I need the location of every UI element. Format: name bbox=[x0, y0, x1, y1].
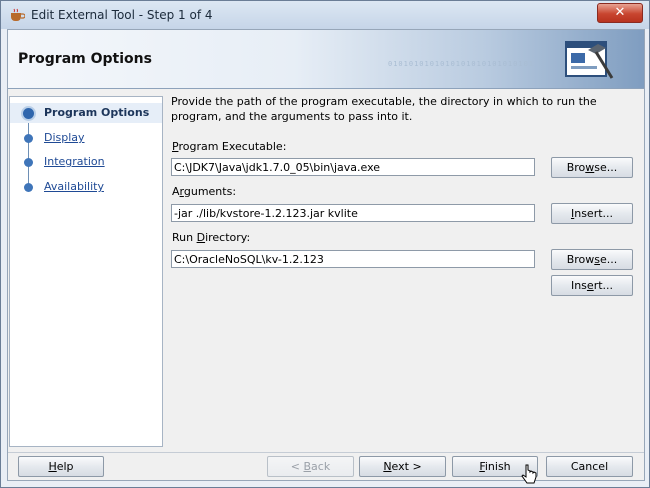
header-banner: Program Options 010101010101010101010101… bbox=[8, 30, 644, 89]
run-directory-label: Run Directory: bbox=[172, 231, 251, 244]
step-dot-icon bbox=[24, 158, 33, 167]
browse-directory-button[interactable]: Browse... bbox=[551, 249, 633, 270]
nav-item-label[interactable]: Integration bbox=[44, 155, 105, 168]
step-dot-icon bbox=[24, 183, 33, 192]
nav-item-availability[interactable]: Availability bbox=[10, 177, 162, 197]
next-button[interactable]: Next > bbox=[359, 456, 446, 477]
browse-executable-button[interactable]: Browse... bbox=[551, 157, 633, 178]
help-button[interactable]: Help bbox=[18, 456, 104, 477]
nav-item-label: Program Options bbox=[44, 106, 150, 119]
run-directory-input[interactable]: C:\OracleNoSQL\kv-1.2.123 bbox=[171, 250, 535, 268]
nav-item-label[interactable]: Availability bbox=[44, 180, 104, 193]
footer-divider bbox=[8, 452, 644, 453]
nav-item-display[interactable]: Display bbox=[10, 128, 162, 148]
insert-arguments-button[interactable]: Insert... bbox=[551, 203, 633, 224]
nav-item-program-options[interactable]: Program Options bbox=[10, 103, 162, 123]
back-button[interactable]: < Back bbox=[267, 456, 354, 477]
cancel-button[interactable]: Cancel bbox=[546, 456, 633, 477]
step-dot-icon bbox=[24, 134, 33, 143]
title-bar[interactable]: Edit External Tool - Step 1 of 4 ✕ bbox=[1, 1, 649, 29]
mouse-pointer-icon bbox=[521, 464, 537, 484]
dialog-window: Edit External Tool - Step 1 of 4 ✕ Progr… bbox=[0, 0, 650, 488]
insert-directory-button[interactable]: Insert... bbox=[551, 275, 633, 296]
wizard-steps-nav: Program Options Display Integration Avai… bbox=[9, 96, 163, 447]
banner-binary-decoration: 0101010101010101010101010101 bbox=[388, 60, 535, 68]
arguments-label: Arguments: bbox=[172, 185, 237, 198]
coffee-cup-icon bbox=[11, 8, 25, 21]
nav-item-integration[interactable]: Integration bbox=[10, 152, 162, 172]
tool-wizard-icon bbox=[565, 41, 614, 79]
dialog-client: Program Options 010101010101010101010101… bbox=[7, 29, 645, 484]
nav-item-label[interactable]: Display bbox=[44, 131, 85, 144]
program-executable-input[interactable]: C:\JDK7\Java\jdk1.7.0_05\bin\java.exe bbox=[171, 158, 535, 176]
close-button[interactable]: ✕ bbox=[597, 3, 643, 23]
page-title: Program Options bbox=[18, 51, 152, 67]
program-executable-label: Program Executable: bbox=[172, 140, 287, 153]
arguments-input[interactable]: -jar ./lib/kvstore-1.2.123.jar kvlite bbox=[171, 204, 535, 222]
current-step-icon bbox=[21, 106, 36, 121]
window-title: Edit External Tool - Step 1 of 4 bbox=[31, 8, 213, 22]
description-text: Provide the path of the program executab… bbox=[171, 95, 597, 123]
